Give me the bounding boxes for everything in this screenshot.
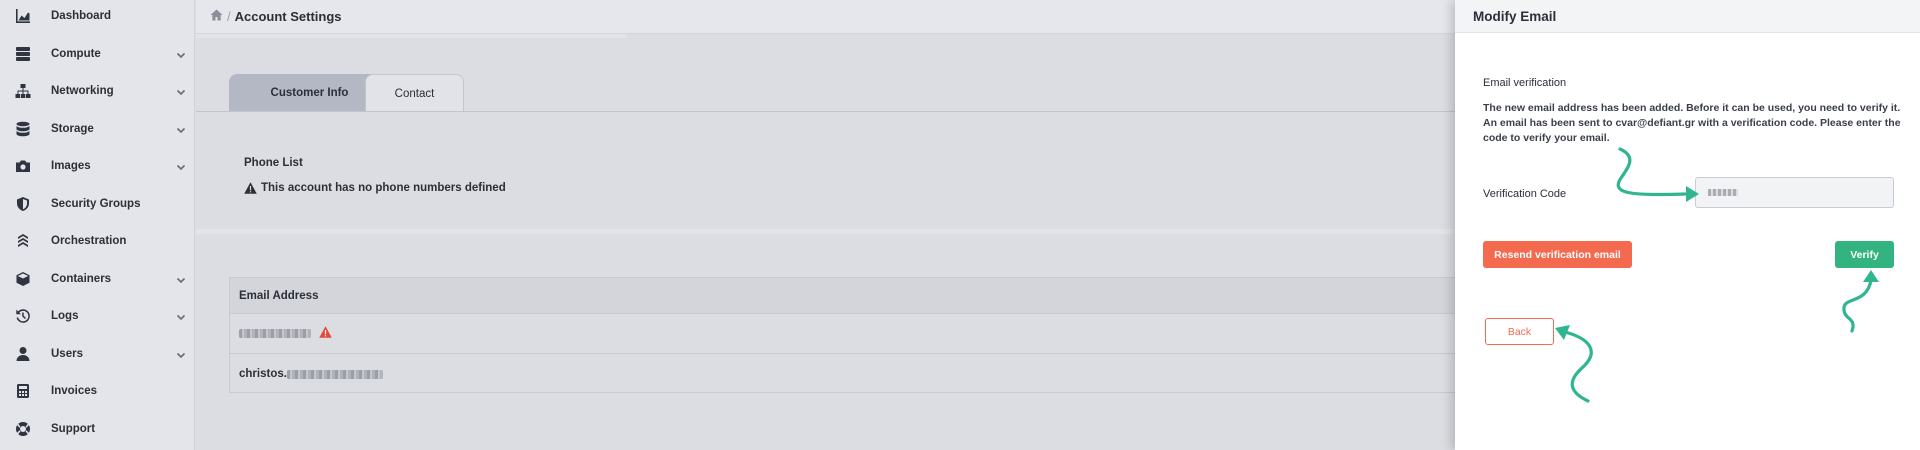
sidebar-item-label: Compute: [51, 47, 101, 60]
chevron-down-icon: [176, 161, 186, 171]
database-icon: [14, 120, 32, 138]
home-icon[interactable]: [210, 9, 223, 24]
email-prefix: christos.: [239, 368, 287, 380]
section-divider: [196, 229, 1456, 234]
sidebar-item-networking[interactable]: Networking: [0, 72, 195, 109]
sidebar-item-label: Logs: [51, 309, 79, 322]
tab-divider: [196, 111, 1456, 112]
chevron-down-icon: [176, 274, 186, 284]
sitemap-icon: [14, 82, 32, 100]
sidebar-item-label: Security Groups: [51, 197, 141, 210]
sidebar-item-label: Support: [51, 422, 96, 435]
sidebar-item-label: Images: [51, 159, 91, 172]
life-ring-icon: [14, 420, 32, 438]
chevron-down-icon: [176, 86, 186, 96]
chart-area-icon: [14, 7, 32, 25]
calculator-icon: [14, 382, 32, 400]
table-row[interactable]: [230, 314, 1455, 354]
column-header-email: Email Address: [239, 290, 319, 302]
sidebar-item-support[interactable]: Support: [0, 410, 195, 447]
panel-header: Modify Email: [1455, 0, 1920, 33]
unverified-warning-icon: [311, 326, 332, 341]
back-button[interactable]: Back: [1485, 318, 1554, 345]
sidebar-item-storage[interactable]: Storage: [0, 110, 195, 147]
sidebar: Dashboard Compute Networking Storage Ima…: [0, 0, 195, 450]
sidebar-item-dashboard[interactable]: Dashboard: [0, 0, 195, 34]
verification-code-label: Verification Code: [1483, 188, 1567, 200]
sidebar-item-compute[interactable]: Compute: [0, 35, 195, 72]
breadcrumb-separator: /: [227, 9, 231, 24]
sidebar-item-security-groups[interactable]: Security Groups: [0, 185, 195, 222]
phone-list-title: Phone List: [244, 157, 303, 169]
sidebar-item-invoices[interactable]: Invoices: [0, 372, 195, 409]
modify-email-panel: Modify Email Email verification The new …: [1455, 0, 1920, 450]
main-content: / Account Settings Customer Info Contact…: [196, 0, 1456, 450]
orchestration-icon: [14, 232, 32, 250]
redacted-email: [286, 369, 383, 379]
sidebar-item-containers[interactable]: Containers: [0, 260, 195, 297]
verification-message: The new email address has been added. Be…: [1483, 102, 1901, 144]
sidebar-item-label: Invoices: [51, 384, 98, 397]
chevron-down-icon: [176, 349, 186, 359]
chevron-down-icon: [176, 49, 186, 59]
phone-warning-text: This account has no phone numbers define…: [261, 182, 506, 194]
redacted-code: [1708, 189, 1738, 196]
user-icon: [14, 345, 32, 363]
sidebar-item-users[interactable]: Users: [0, 335, 195, 372]
sidebar-item-logs[interactable]: Logs: [0, 297, 195, 334]
cube-icon: [14, 270, 32, 288]
sidebar-item-orchestration[interactable]: Orchestration: [0, 222, 195, 259]
table-header: Email Address: [230, 278, 1455, 314]
server-icon: [14, 45, 32, 63]
sidebar-item-label: Users: [51, 347, 83, 360]
camera-icon: [14, 157, 32, 175]
sidebar-item-label: Orchestration: [51, 234, 127, 247]
email-cell: christos.: [239, 368, 383, 380]
email-cell: [239, 326, 332, 341]
panel-subtitle: Email verification: [1483, 77, 1567, 89]
email-table: Email Address christos.: [229, 277, 1456, 393]
panel-title: Modify Email: [1473, 9, 1557, 24]
chevron-down-icon: [176, 124, 186, 134]
table-row[interactable]: christos.: [230, 354, 1455, 394]
sidebar-item-label: Networking: [51, 84, 114, 97]
breadcrumb: / Account Settings: [210, 9, 342, 24]
history-icon: [14, 307, 32, 325]
redacted-email: [239, 329, 311, 338]
verify-button[interactable]: Verify: [1835, 241, 1894, 268]
sidebar-item-label: Dashboard: [51, 9, 112, 22]
tab-contact[interactable]: Contact: [365, 74, 464, 112]
shield-icon: [14, 195, 32, 213]
warning-icon: [244, 182, 257, 194]
chevron-down-icon: [176, 311, 186, 321]
page-title: Account Settings: [234, 9, 342, 24]
topbar-shade: [196, 34, 626, 38]
sidebar-item-label: Containers: [51, 272, 112, 285]
top-bar: / Account Settings: [196, 0, 1456, 34]
sidebar-item-label: Storage: [51, 122, 94, 135]
phone-warning: This account has no phone numbers define…: [244, 182, 506, 194]
sidebar-item-images[interactable]: Images: [0, 147, 195, 184]
resend-verification-button[interactable]: Resend verification email: [1483, 241, 1632, 268]
